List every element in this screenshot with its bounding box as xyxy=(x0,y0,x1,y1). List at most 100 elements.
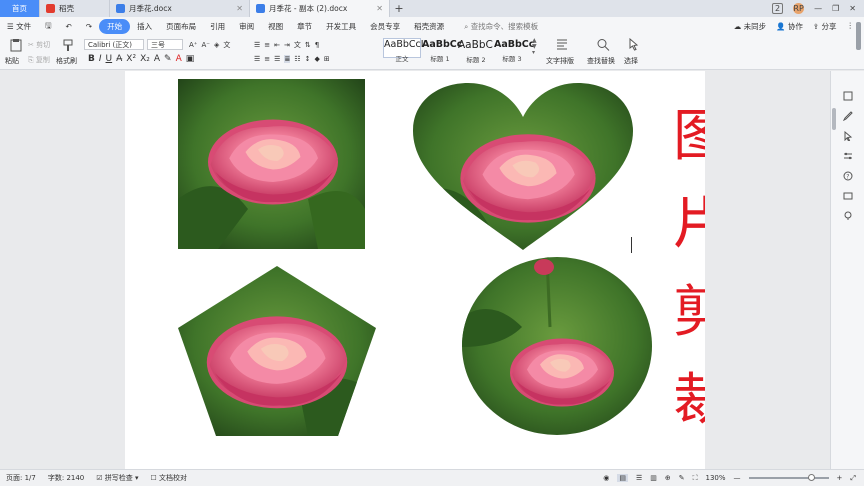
sliders-icon[interactable] xyxy=(843,151,853,161)
close-window-icon[interactable]: ✕ xyxy=(849,4,856,13)
phonetic-icon[interactable]: 文 xyxy=(223,40,230,50)
save-icon[interactable]: 🖫 xyxy=(38,20,58,33)
outdent-icon[interactable]: ⇤ xyxy=(274,41,280,49)
line-spacing-icon[interactable]: ↕ xyxy=(305,55,311,63)
subscript-icon[interactable]: X₂ xyxy=(140,54,150,64)
text-layout-button[interactable]: 文字排版 xyxy=(546,56,574,66)
window-count-badge[interactable]: 2 xyxy=(772,3,784,14)
command-search[interactable]: ⌕ 查找命令、搜索模板 xyxy=(457,21,545,32)
write-mode-icon[interactable]: ✎ xyxy=(679,474,685,482)
help-icon[interactable]: ? xyxy=(843,171,853,181)
align-center-icon[interactable]: ≡ xyxy=(264,55,270,63)
grow-font-icon[interactable]: A⁺ xyxy=(189,41,197,49)
proofread-button[interactable]: ☐ 文档校对 xyxy=(145,473,194,483)
redo-icon[interactable]: ↷ xyxy=(79,22,99,31)
sort-icon[interactable]: ⇅ xyxy=(305,41,311,49)
close-icon[interactable]: ✕ xyxy=(236,4,243,13)
strikethrough-icon[interactable]: A̶ xyxy=(116,54,122,64)
font-size-select[interactable]: 三号 xyxy=(147,39,183,50)
eye-protect-icon[interactable]: ◉ xyxy=(603,474,609,482)
file-menu[interactable]: ☰ 文件 xyxy=(0,21,38,32)
tab-document-1[interactable]: 月季花.docx ✕ xyxy=(110,0,250,17)
char-border-icon[interactable]: ▣ xyxy=(186,54,195,64)
numbered-list-icon[interactable]: ≡ xyxy=(264,41,270,49)
zoom-in-button[interactable]: + xyxy=(837,474,843,482)
word-count[interactable]: 字数: 2140 xyxy=(42,473,90,483)
justify-icon[interactable]: ≣ xyxy=(284,55,291,63)
zoom-out-button[interactable]: — xyxy=(734,474,741,482)
format-painter-icon[interactable] xyxy=(61,39,75,52)
cut-button[interactable]: ✂ 剪切 xyxy=(28,40,50,50)
zoom-slider[interactable] xyxy=(748,474,829,481)
close-icon[interactable]: ✕ xyxy=(376,4,383,13)
rose-image-heart[interactable] xyxy=(413,83,633,250)
style-heading-3[interactable]: AaBbCc 标题 3 xyxy=(493,38,534,63)
tab-document-2[interactable]: 月季花 - 副本 (2).docx ✕ xyxy=(250,0,390,17)
style-pane-icon[interactable] xyxy=(843,91,853,101)
paste-icon[interactable] xyxy=(9,39,23,52)
menu-item-insert[interactable]: 插入 xyxy=(130,21,159,32)
zoom-slider-knob[interactable] xyxy=(807,474,815,481)
ribbon-scrollbar[interactable] xyxy=(856,22,861,50)
bullet-list-icon[interactable]: ☰ xyxy=(254,41,260,49)
clear-format-icon[interactable]: ◈ xyxy=(214,41,219,49)
font-color-icon[interactable]: A xyxy=(176,54,182,64)
rose-image-square[interactable] xyxy=(178,79,365,249)
chinese-layout-icon[interactable]: 文 xyxy=(294,40,301,50)
web-view-icon[interactable]: ⊕ xyxy=(665,474,671,482)
find-replace-button[interactable]: 查找替换 xyxy=(587,56,615,66)
menu-item-review[interactable]: 审阅 xyxy=(232,21,261,32)
collab-button[interactable]: 👤 协作 xyxy=(776,21,803,32)
location-icon[interactable] xyxy=(843,211,853,221)
style-normal[interactable]: AaBbCcI 正文 xyxy=(383,38,424,63)
indent-icon[interactable]: ⇥ xyxy=(284,41,290,49)
tab-home[interactable]: 首页 xyxy=(0,0,40,17)
bold-icon[interactable]: B xyxy=(88,54,95,64)
show-marks-icon[interactable]: ¶ xyxy=(315,41,319,49)
backup-icon[interactable] xyxy=(843,191,853,201)
select-icon[interactable] xyxy=(626,38,640,51)
rose-image-circle[interactable] xyxy=(462,257,652,435)
share-button[interactable]: ⇪ 分享 xyxy=(813,21,837,32)
menu-item-member[interactable]: 会员专享 xyxy=(363,21,407,32)
distribute-icon[interactable]: ☷ xyxy=(294,55,300,63)
menu-item-section[interactable]: 章节 xyxy=(290,21,319,32)
menu-item-references[interactable]: 引用 xyxy=(203,21,232,32)
shrink-font-icon[interactable]: A⁻ xyxy=(201,41,209,49)
undo-icon[interactable]: ↶ xyxy=(59,22,79,31)
text-layout-icon[interactable] xyxy=(555,38,569,51)
highlight-icon[interactable]: ✎ xyxy=(164,54,172,64)
zoom-level[interactable]: 130% xyxy=(706,474,726,482)
avatar[interactable]: RP xyxy=(793,3,805,14)
minimize-icon[interactable]: — xyxy=(814,4,822,13)
select-button[interactable]: 选择 xyxy=(624,56,638,66)
outline-view-icon[interactable]: ☰ xyxy=(636,474,642,482)
menu-item-daoke-resources[interactable]: 稻壳资源 xyxy=(407,21,451,32)
paste-button[interactable]: 粘贴 xyxy=(5,56,19,66)
vertical-scrollbar-thumb[interactable] xyxy=(832,108,836,130)
menu-item-start[interactable]: 开始 xyxy=(99,19,131,34)
fullscreen-icon[interactable]: ⤢ xyxy=(850,474,856,483)
italic-icon[interactable]: I xyxy=(99,54,102,64)
find-replace-icon[interactable] xyxy=(596,38,610,51)
rose-image-pentagon[interactable] xyxy=(178,266,376,436)
more-icon[interactable]: ⋮ xyxy=(847,21,855,32)
menu-item-developer[interactable]: 开发工具 xyxy=(319,21,363,32)
menu-item-page-layout[interactable]: 页面布局 xyxy=(159,21,203,32)
text-effect-icon[interactable]: A xyxy=(154,54,160,64)
superscript-icon[interactable]: X² xyxy=(126,54,136,64)
style-heading-1[interactable]: AaBbCc 标题 1 xyxy=(421,38,462,63)
restore-icon[interactable]: ❐ xyxy=(832,4,839,13)
tab-daoke[interactable]: 稻壳 xyxy=(40,0,110,17)
align-left-icon[interactable]: ☰ xyxy=(254,55,260,63)
underline-icon[interactable]: U xyxy=(106,54,113,64)
shading-icon[interactable]: ◆ xyxy=(314,55,319,63)
unsync-button[interactable]: ☁ 未同步 xyxy=(734,21,766,32)
copy-button[interactable]: ⎘ 复制 xyxy=(28,55,50,65)
spell-check-button[interactable]: ☑ 拼写检查 ▾ xyxy=(90,473,144,483)
align-right-icon[interactable]: ☰ xyxy=(274,55,280,63)
font-family-select[interactable]: Calibri (正文) xyxy=(84,39,144,50)
fit-page-icon[interactable]: ⛶ xyxy=(693,474,698,483)
pointer-icon[interactable] xyxy=(843,131,853,141)
new-tab-button[interactable]: + xyxy=(390,0,408,17)
